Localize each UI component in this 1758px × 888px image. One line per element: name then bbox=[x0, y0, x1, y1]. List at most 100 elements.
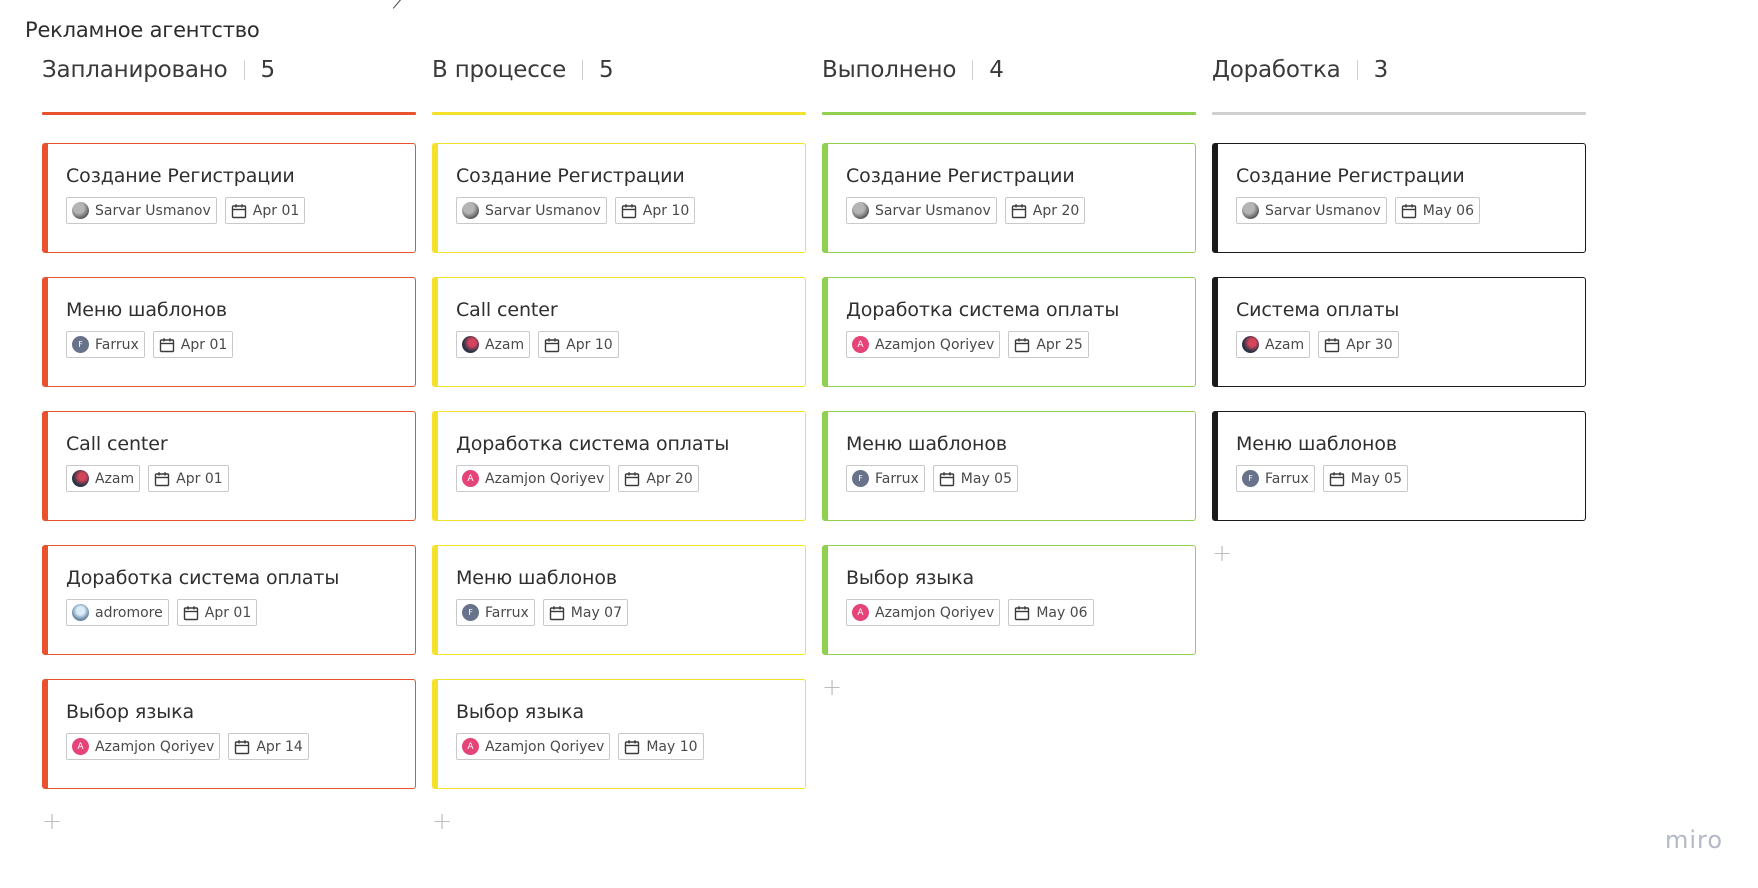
task-card[interactable]: Создание Регистрации Sarvar Usmanov Apr … bbox=[822, 143, 1196, 253]
due-date: Apr 20 bbox=[646, 470, 693, 487]
assignee-chip[interactable]: Sarvar Usmanov bbox=[66, 197, 217, 224]
task-card[interactable]: Создание Регистрации Sarvar Usmanov Apr … bbox=[432, 143, 806, 253]
assignee-name: adromore bbox=[95, 604, 163, 621]
task-card[interactable]: Call center Azam Apr 01 bbox=[42, 411, 416, 521]
assignee-chip[interactable]: Azam bbox=[66, 465, 141, 492]
card-meta: Sarvar Usmanov Apr 01 bbox=[66, 197, 415, 224]
column-header[interactable]: В процессе 5 bbox=[432, 48, 806, 92]
card-meta: F Farrux Apr 01 bbox=[66, 331, 415, 358]
column-header[interactable]: Выполнено 4 bbox=[822, 48, 1196, 92]
assignee-chip[interactable]: adromore bbox=[66, 599, 169, 626]
due-date-chip[interactable]: Apr 30 bbox=[1318, 331, 1399, 358]
assignee-name: Farrux bbox=[485, 604, 529, 621]
task-card[interactable]: Доработка система оплаты adromore Apr 01 bbox=[42, 545, 416, 655]
due-date-chip[interactable]: May 05 bbox=[932, 465, 1018, 492]
add-card-button[interactable]: + bbox=[42, 809, 62, 833]
due-date: May 06 bbox=[1036, 604, 1088, 621]
column-color-line bbox=[432, 112, 806, 115]
card-title: Меню шаблонов bbox=[66, 299, 227, 321]
assignee-chip[interactable]: F Farrux bbox=[456, 599, 535, 626]
card-list: Создание Регистрации Sarvar Usmanov Apr … bbox=[42, 143, 416, 789]
due-date: May 06 bbox=[1422, 202, 1474, 219]
due-date-chip[interactable]: Apr 01 bbox=[152, 331, 234, 358]
due-date-chip[interactable]: May 05 bbox=[1322, 465, 1408, 492]
due-date-chip[interactable]: Apr 01 bbox=[176, 599, 258, 626]
due-date-chip[interactable]: May 06 bbox=[1394, 197, 1480, 224]
due-date-chip[interactable]: May 06 bbox=[1008, 599, 1094, 626]
card-meta: Sarvar Usmanov Apr 10 bbox=[456, 197, 805, 224]
due-date: Apr 10 bbox=[566, 336, 613, 353]
assignee-chip[interactable]: A Azamjon Qoriyev bbox=[66, 733, 221, 760]
assignee-chip[interactable]: F Farrux bbox=[1236, 465, 1315, 492]
avatar-slate: F bbox=[462, 604, 479, 621]
card-title: Выбор языка bbox=[66, 701, 195, 723]
board-title: Рекламное агентство bbox=[25, 18, 260, 42]
assignee-chip[interactable]: A Azamjon Qoriyev bbox=[456, 465, 611, 492]
column-card-count: 4 bbox=[989, 57, 1004, 83]
card-title: Доработка система оплаты bbox=[456, 433, 730, 455]
task-card[interactable]: Меню шаблонов F Farrux May 05 bbox=[822, 411, 1196, 521]
due-date-chip[interactable]: Apr 01 bbox=[148, 465, 229, 492]
calendar-icon bbox=[183, 605, 198, 620]
add-card-button[interactable]: + bbox=[432, 809, 452, 833]
due-date: Apr 01 bbox=[180, 336, 228, 353]
card-meta: F Farrux May 05 bbox=[846, 465, 1195, 492]
due-date-chip[interactable]: May 10 bbox=[618, 733, 704, 760]
add-card-button[interactable]: + bbox=[1212, 541, 1232, 565]
calendar-icon bbox=[621, 203, 636, 218]
due-date-chip[interactable]: May 07 bbox=[542, 599, 628, 626]
due-date-chip[interactable]: Apr 20 bbox=[618, 465, 699, 492]
assignee-chip[interactable]: F Farrux bbox=[846, 465, 925, 492]
task-card[interactable]: Выбор языка A Azamjon Qoriyev May 10 bbox=[432, 679, 806, 789]
assignee-chip[interactable]: Sarvar Usmanov bbox=[1236, 197, 1387, 224]
card-meta: A Azamjon Qoriyev Apr 14 bbox=[66, 733, 415, 760]
task-card[interactable]: Меню шаблонов F Farrux May 07 bbox=[432, 545, 806, 655]
assignee-name: Azamjon Qoriyev bbox=[875, 336, 995, 353]
card-meta: Azam Apr 30 bbox=[1236, 331, 1585, 358]
column-header[interactable]: Запланировано 5 bbox=[42, 48, 416, 92]
column-card-count: 5 bbox=[260, 57, 276, 83]
assignee-chip[interactable]: Azam bbox=[1236, 331, 1311, 358]
assignee-chip[interactable]: F Farrux bbox=[66, 331, 145, 358]
task-card[interactable]: Доработка система оплаты A Azamjon Qoriy… bbox=[822, 277, 1196, 387]
due-date-chip[interactable]: Apr 20 bbox=[1004, 197, 1086, 224]
card-meta: F Farrux May 07 bbox=[456, 599, 805, 626]
due-date-chip[interactable]: Apr 10 bbox=[538, 331, 619, 358]
assignee-chip[interactable]: A Azamjon Qoriyev bbox=[846, 599, 1001, 626]
assignee-chip[interactable]: Sarvar Usmanov bbox=[846, 197, 997, 224]
column-card-count: 5 bbox=[599, 57, 614, 83]
task-card[interactable]: Система оплаты Azam Apr 30 bbox=[1212, 277, 1586, 387]
assignee-chip[interactable]: Sarvar Usmanov bbox=[456, 197, 607, 224]
card-meta: adromore Apr 01 bbox=[66, 599, 415, 626]
due-date-chip[interactable]: Apr 14 bbox=[228, 733, 309, 760]
task-card[interactable]: Создание Регистрации Sarvar Usmanov May … bbox=[1212, 143, 1586, 253]
assignee-name: Sarvar Usmanov bbox=[1265, 202, 1381, 219]
avatar-slate: F bbox=[72, 336, 89, 353]
task-card[interactable]: Call center Azam Apr 10 bbox=[432, 277, 806, 387]
task-card[interactable]: Меню шаблонов F Farrux Apr 01 bbox=[42, 277, 416, 387]
card-list: Создание Регистрации Sarvar Usmanov May … bbox=[1212, 143, 1586, 521]
task-card[interactable]: Доработка система оплаты A Azamjon Qoriy… bbox=[432, 411, 806, 521]
due-date-chip[interactable]: Apr 10 bbox=[614, 197, 696, 224]
due-date: Apr 01 bbox=[252, 202, 300, 219]
assignee-name: Farrux bbox=[875, 470, 919, 487]
assignee-chip[interactable]: Azam bbox=[456, 331, 531, 358]
assignee-chip[interactable]: A Azamjon Qoriyev bbox=[456, 733, 611, 760]
avatar-pink: A bbox=[72, 738, 89, 755]
add-card-button[interactable]: + bbox=[822, 675, 842, 699]
card-meta: Azam Apr 10 bbox=[456, 331, 805, 358]
due-date-chip[interactable]: Apr 01 bbox=[224, 197, 306, 224]
task-card[interactable]: Выбор языка A Azamjon Qoriyev May 06 bbox=[822, 545, 1196, 655]
task-card[interactable]: Создание Регистрации Sarvar Usmanov Apr … bbox=[42, 143, 416, 253]
calendar-icon bbox=[625, 471, 640, 486]
card-title: Меню шаблонов bbox=[846, 433, 1007, 455]
card-title: Меню шаблонов bbox=[1236, 433, 1397, 455]
task-card[interactable]: Меню шаблонов F Farrux May 05 bbox=[1212, 411, 1586, 521]
column-header[interactable]: Доработка 3 bbox=[1212, 48, 1586, 92]
task-card[interactable]: Выбор языка A Azamjon Qoriyev Apr 14 bbox=[42, 679, 416, 789]
assignee-chip[interactable]: A Azamjon Qoriyev bbox=[846, 331, 1001, 358]
assignee-name: Farrux bbox=[95, 336, 139, 353]
due-date-chip[interactable]: Apr 25 bbox=[1008, 331, 1089, 358]
due-date: Apr 25 bbox=[1036, 336, 1083, 353]
calendar-icon bbox=[159, 337, 174, 352]
